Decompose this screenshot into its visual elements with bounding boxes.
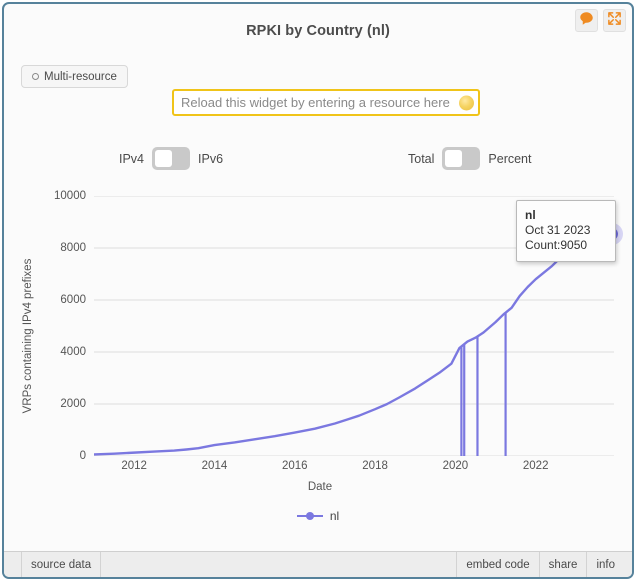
comment-button[interactable] [575, 9, 598, 32]
protocol-toggle-right-label: IPv6 [198, 151, 224, 166]
header-actions [575, 9, 626, 32]
footer-spacer [101, 552, 458, 577]
info-button[interactable]: info [587, 552, 624, 577]
source-data-button[interactable]: source data [21, 552, 102, 577]
measure-toggle-right-label: Percent [488, 151, 532, 166]
toggle-knob [445, 150, 463, 167]
share-button[interactable]: share [540, 552, 588, 577]
y-axis-ticks: 10000 8000 6000 4000 2000 0 [40, 184, 86, 504]
toggle-row: IPv4 IPv6 Total Percent [4, 147, 632, 173]
multi-resource-button[interactable]: Multi-resource [21, 65, 128, 88]
footer-right-actions: embed code share info [457, 552, 624, 577]
x-axis-label: Date [307, 481, 333, 493]
widget-header: RPKI by Country (nl) [4, 4, 632, 56]
resource-search-input[interactable] [174, 91, 478, 114]
tooltip-series: nl [525, 208, 536, 222]
resource-search-container [172, 89, 480, 116]
y-axis-label: VRPs containing IPv4 prefixes [22, 258, 34, 414]
protocol-toggle-left-label: IPv4 [119, 151, 145, 166]
x-tick-label: 2020 [442, 460, 469, 472]
comment-icon [579, 11, 594, 31]
measure-toggle-left-label: Total [408, 151, 435, 166]
page-title: RPKI by Country (nl) [246, 23, 390, 39]
rpki-widget: RPKI by Country (nl) Multi-resource Relo… [2, 2, 634, 579]
x-tick-label: 2016 [281, 460, 308, 472]
x-tick-label: 2018 [362, 460, 388, 472]
tooltip-date: Oct 31 2023 [525, 223, 591, 237]
y-tick-label: 2000 [60, 398, 86, 410]
measure-toggle-group: Total Percent [408, 147, 532, 170]
widget-footer: source data embed code share info [4, 551, 632, 577]
x-tick-label: 2022 [522, 460, 549, 472]
chart-tooltip: nl Oct 31 2023 Count:9050 [516, 200, 616, 262]
x-tick-label: 2014 [201, 460, 228, 472]
expand-icon [607, 11, 622, 31]
y-tick-label: 4000 [60, 346, 86, 358]
loading-spinner-icon [459, 95, 474, 110]
multi-resource-label: Multi-resource [44, 70, 117, 83]
toggle-knob [155, 150, 173, 167]
protocol-toggle-group: IPv4 IPv6 [119, 147, 223, 170]
y-tick-label: 10000 [54, 190, 86, 202]
embed-code-button[interactable]: embed code [457, 552, 540, 577]
radio-icon [32, 73, 39, 80]
legend-marker-icon [296, 511, 323, 521]
measure-toggle[interactable] [442, 147, 481, 170]
x-tick-label: 2012 [121, 460, 147, 472]
tooltip-count: Count:9050 [525, 238, 588, 252]
expand-button[interactable] [603, 9, 626, 32]
chart-legend: nl [4, 509, 632, 523]
y-tick-label: 0 [79, 450, 86, 462]
protocol-toggle[interactable] [152, 147, 191, 170]
y-tick-label: 8000 [60, 242, 86, 254]
y-tick-label: 6000 [60, 294, 86, 306]
legend-label: nl [329, 509, 340, 523]
